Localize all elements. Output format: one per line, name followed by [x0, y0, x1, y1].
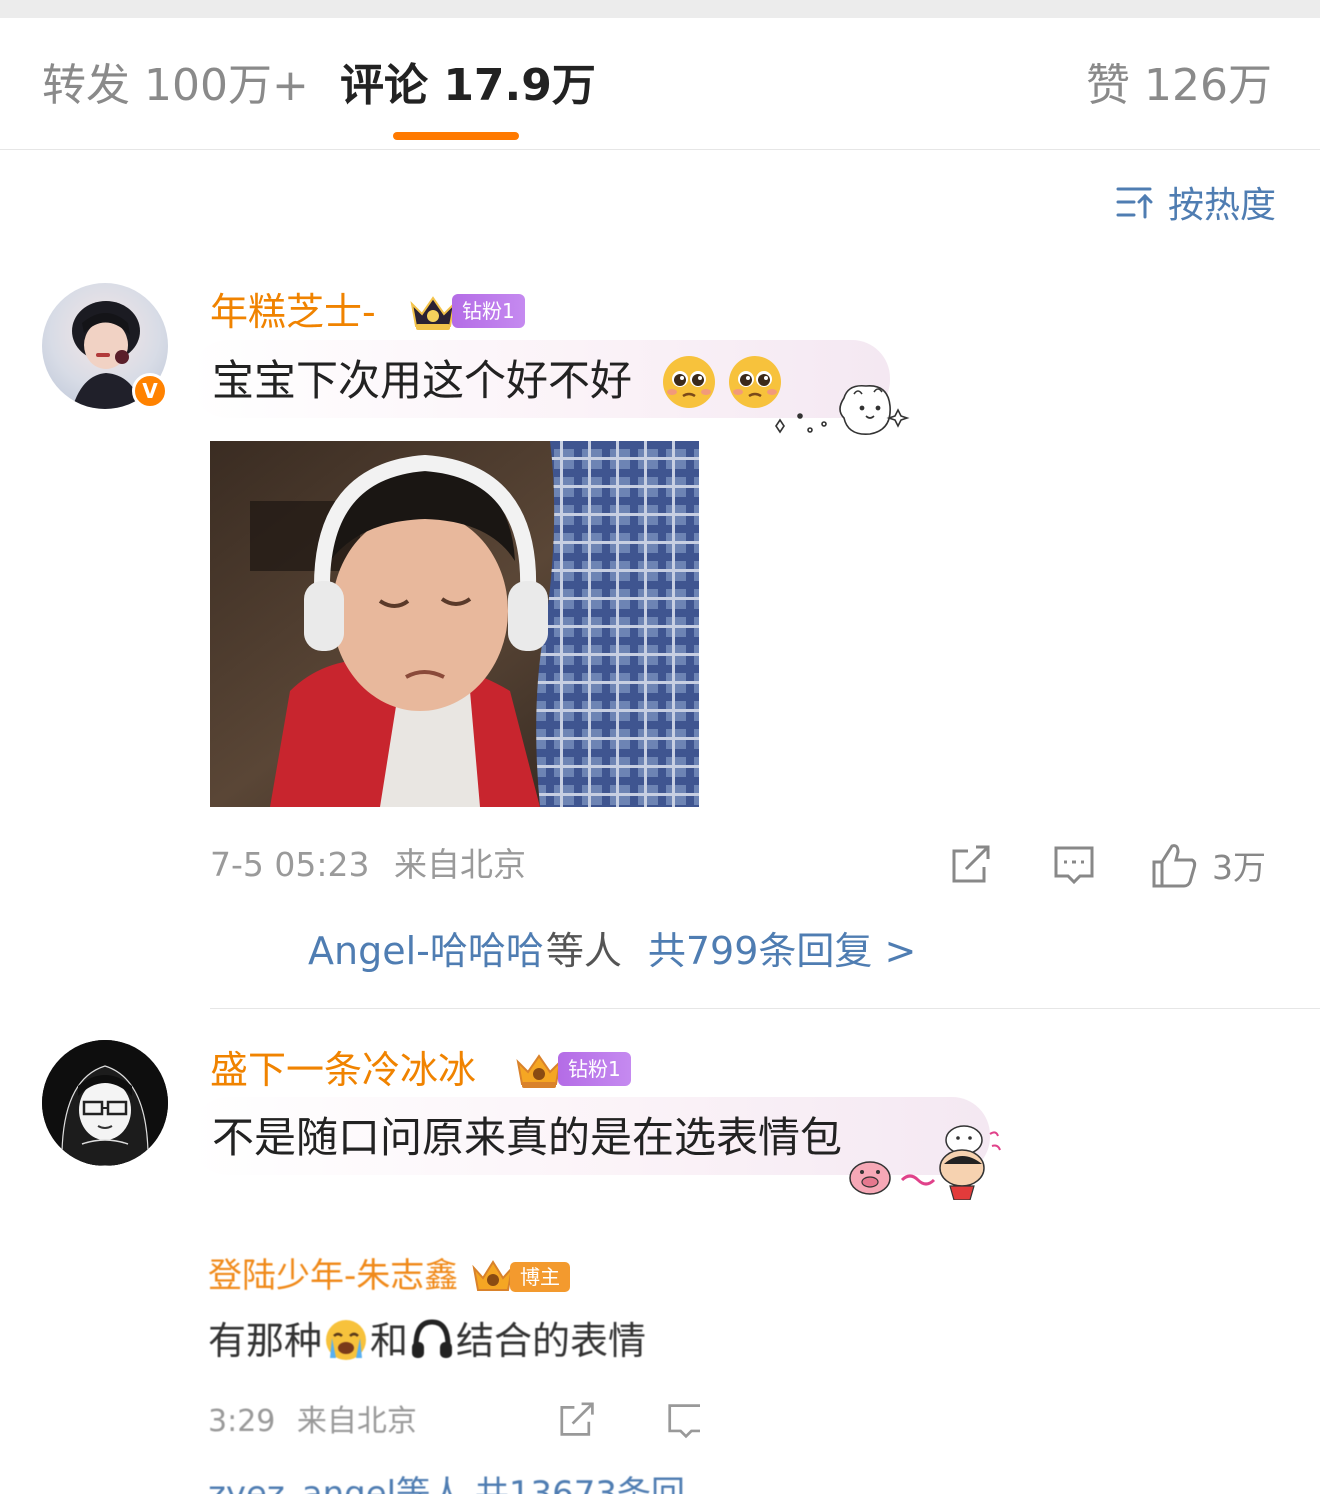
reply-button[interactable] [1052, 842, 1096, 888]
reply-user-link[interactable]: Angel-哈哈哈 [308, 929, 544, 973]
headphones-emoji-icon [412, 1319, 453, 1358]
comment-username[interactable]: 盛下一条冷冰冰 [210, 1046, 476, 1094]
tab-repost[interactable]: 转发 100万+ [42, 58, 309, 114]
reply-count-link[interactable]: 共799条回复 > [648, 929, 916, 973]
crying-face-emoji-icon [326, 1320, 367, 1360]
embedded-text-part: 有那种 [208, 1319, 323, 1363]
bubble-sticker-bear-icon [775, 384, 910, 435]
sort-button[interactable]: 按热度 [1116, 178, 1276, 226]
comment-embedded-screenshot[interactable]: 登陆少年-朱志鑫 博主 有那种 和 结合的表情 3:29 来自北京 zyez_a… [208, 1240, 700, 1494]
comment-time: 7-5 05:23 [210, 845, 370, 884]
share-icon [952, 845, 990, 883]
comment-meta: 7-5 05:23 来自北京 [210, 844, 526, 886]
embedded-time: 3:29 [208, 1404, 276, 1439]
comment-text: 宝宝下次用这个好不好 [212, 356, 633, 405]
embedded-text: 有那种 和 结合的表情 [208, 1316, 646, 1366]
share-icon [560, 1402, 594, 1436]
tab-bar: 转发 100万+ 评论 17.9万 赞 126万 [0, 18, 1320, 150]
comment-icon [1054, 846, 1094, 885]
active-tab-indicator [393, 132, 519, 140]
comment-username[interactable]: 年糕芝士- [210, 288, 376, 336]
like-button[interactable]: 3万 [1150, 842, 1266, 888]
status-strip [0, 0, 1320, 18]
reply-etc: 等人 [545, 929, 622, 973]
reply-summary[interactable]: Angel-哈哈哈等人 共799条回复 > [308, 926, 916, 976]
embedded-reply-summary: zyez_angel等人 共13673条回 [208, 1474, 686, 1494]
pleading-face-emoji-icon [663, 356, 715, 408]
bubble-sticker-shinchan-icon [849, 1125, 1001, 1200]
comment-image[interactable] [210, 441, 699, 807]
embedded-location: 来自北京 [296, 1404, 417, 1439]
crown-icon [410, 296, 456, 330]
sort-label: 按热度 [1167, 185, 1276, 226]
like-count: 3万 [1212, 848, 1266, 887]
fan-level-badge: 钻粉1 [558, 1052, 631, 1086]
comment-icon [668, 1404, 700, 1439]
comment-text: 不是随口问原来真的是在选表情包 [212, 1113, 843, 1162]
tab-comment[interactable]: 评论 17.9万 [340, 58, 596, 114]
embedded-meta: 3:29 来自北京 [208, 1402, 417, 1442]
embedded-text-part: 和 [370, 1319, 409, 1363]
share-button[interactable] [950, 842, 994, 888]
verified-badge: V [132, 373, 168, 409]
avatar[interactable] [42, 1040, 168, 1166]
comment-location: 来自北京 [394, 845, 526, 884]
comment-divider [210, 1008, 1320, 1009]
embedded-blogger-badge: 博主 [510, 1262, 570, 1292]
crown-icon [516, 1054, 562, 1088]
embedded-username: 登陆少年-朱志鑫 [208, 1256, 459, 1296]
tab-like[interactable]: 赞 126万 [1086, 58, 1272, 114]
embedded-text-part: 结合的表情 [456, 1319, 647, 1363]
fan-level-badge: 钻粉1 [452, 294, 525, 328]
sort-icon [1116, 187, 1153, 219]
thumbs-up-icon [1152, 844, 1197, 888]
